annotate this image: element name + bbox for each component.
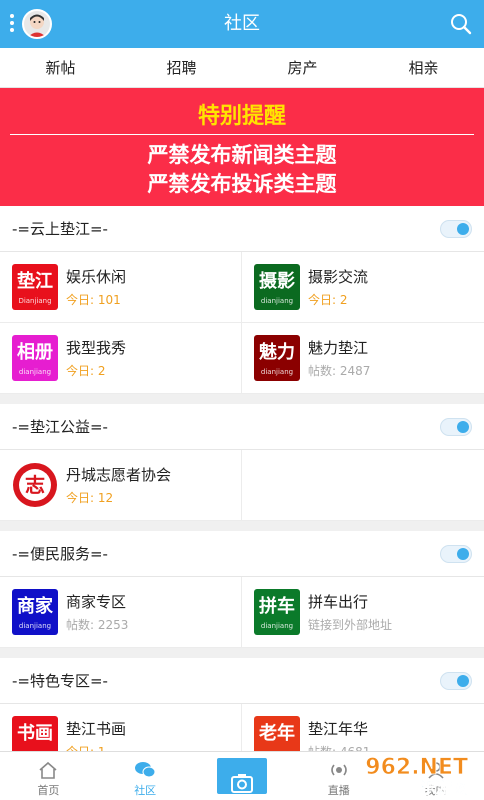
forum-name: 垫江书画 (66, 720, 127, 738)
tab-real-estate[interactable]: 房产 (242, 48, 363, 87)
forum-icon: 魅力 dianjiang (254, 335, 300, 381)
top-bar: 社区 (0, 0, 484, 48)
forum-item[interactable]: 魅力 dianjiang 魅力垫江 帖数: 2487 (242, 323, 484, 394)
banner-line-2: 严禁发布投诉类主题 (147, 172, 337, 196)
section-toggle[interactable] (440, 418, 472, 436)
banner-line-1: 严禁发布新闻类主题 (147, 143, 337, 167)
svg-text:乐游网: 乐游网 (420, 778, 468, 796)
section-header: -=垫江公益=- (0, 404, 484, 450)
forum-item[interactable]: 书画 垫江书画 今日: 1 (0, 704, 242, 751)
search-icon[interactable] (450, 13, 472, 35)
forum-stat: 今日: 12 (66, 491, 114, 505)
forum-item[interactable]: 商家 dianjiang 商家专区 帖数: 2253 (0, 577, 242, 648)
forum-section: -=云上垫江=- 垫江 Dianjiang 娱乐休闲 今日: 101 摄影 dian… (0, 206, 484, 394)
forum-stat: 今日: 2 (66, 364, 106, 378)
forum-stat: 帖数: 2487 (308, 364, 371, 378)
notice-banner[interactable]: 特别提醒 严禁发布新闻类主题 严禁发布投诉类主题 (0, 88, 484, 206)
forum-icon: 书画 (12, 716, 58, 751)
nav-home[interactable]: 首页 (0, 752, 97, 800)
section-title: -=云上垫江=- (12, 220, 108, 238)
forum-name: 娱乐休闲 (66, 268, 127, 286)
forum-stat: 帖数: 2253 (66, 618, 129, 632)
section-header: -=便民服务=- (0, 531, 484, 577)
nav-community[interactable]: 社区 (97, 752, 194, 800)
forum-icon: 老年 (254, 716, 300, 751)
forum-item[interactable]: 相册 dianjiang 我型我秀 今日: 2 (0, 323, 242, 394)
section-header: -=云上垫江=- (0, 206, 484, 252)
page-title: 社区 (224, 13, 260, 34)
tab-dating[interactable]: 相亲 (363, 48, 484, 87)
forum-stat: 链接到外部地址 (308, 618, 393, 632)
forum-name: 魅力垫江 (308, 339, 369, 357)
camera-icon (230, 774, 253, 793)
banner-title: 特别提醒 (197, 104, 286, 129)
forum-stat: 今日: 1 (66, 743, 106, 751)
forum-section: -=特色专区=- 书画 垫江书画 今日: 1 老年 垫江年华 帖数: 4681 (0, 658, 484, 751)
section-toggle[interactable] (440, 220, 472, 238)
nav-camera[interactable] (194, 752, 291, 800)
forum-section: -=垫江公益=- 志 丹城志愿者协会 今日: 12 (0, 404, 484, 521)
site-watermark: 962.NET 乐游网 (328, 752, 478, 798)
forum-stat: 今日: 101 (66, 293, 121, 307)
forum-stat: 帖数: 4681 (308, 743, 370, 751)
section-title: -=特色专区=- (12, 672, 108, 690)
banner-divider (10, 134, 474, 135)
category-tabs: 新帖 招聘 房产 相亲 (0, 48, 484, 88)
section-header: -=特色专区=- (0, 658, 484, 704)
section-toggle[interactable] (440, 545, 472, 563)
forum-item[interactable]: 摄影 dianjiang 摄影交流 今日: 2 (242, 252, 484, 323)
svg-text:志: 志 (25, 473, 45, 497)
forum-item[interactable]: 志 丹城志愿者协会 今日: 12 (0, 450, 242, 521)
forum-item[interactable]: 垫江 Dianjiang 娱乐休闲 今日: 101 (0, 252, 242, 323)
forum-name: 我型我秀 (66, 339, 127, 357)
section-title: -=便民服务=- (12, 545, 108, 563)
forum-section: -=便民服务=- 商家 dianjiang 商家专区 帖数: 2253 拼车 dia… (0, 531, 484, 648)
volunteer-logo-icon: 志 (12, 462, 58, 508)
forum-stat: 今日: 2 (308, 293, 348, 307)
tab-jobs[interactable]: 招聘 (121, 48, 242, 87)
section-title: -=垫江公益=- (12, 418, 108, 436)
tab-new-posts[interactable]: 新帖 (0, 48, 121, 87)
forum-icon: 相册 dianjiang (12, 335, 58, 381)
forum-icon: 摄影 dianjiang (254, 264, 300, 310)
forum-name: 垫江年华 (308, 720, 369, 738)
forum-name: 拼车出行 (308, 593, 369, 611)
forum-item[interactable]: 拼车 dianjiang 拼车出行 链接到外部地址 (242, 577, 484, 648)
forum-icon: 垫江 Dianjiang (12, 264, 58, 310)
camera-button[interactable] (216, 758, 267, 794)
forum-name: 商家专区 (66, 593, 127, 611)
forum-icon: 拼车 dianjiang (254, 589, 300, 635)
forum-item[interactable]: 老年 垫江年华 帖数: 4681 (242, 704, 484, 751)
section-toggle[interactable] (440, 672, 472, 690)
forum-icon: 商家 dianjiang (12, 589, 58, 635)
home-icon (39, 761, 57, 779)
svg-text:962.NET: 962.NET (365, 755, 468, 780)
nav-label: 社区 (134, 784, 157, 797)
community-icon (135, 762, 156, 778)
empty-cell (242, 450, 484, 521)
forum-name: 摄影交流 (308, 268, 369, 286)
nav-label: 首页 (37, 784, 60, 797)
forum-name: 丹城志愿者协会 (66, 466, 172, 484)
